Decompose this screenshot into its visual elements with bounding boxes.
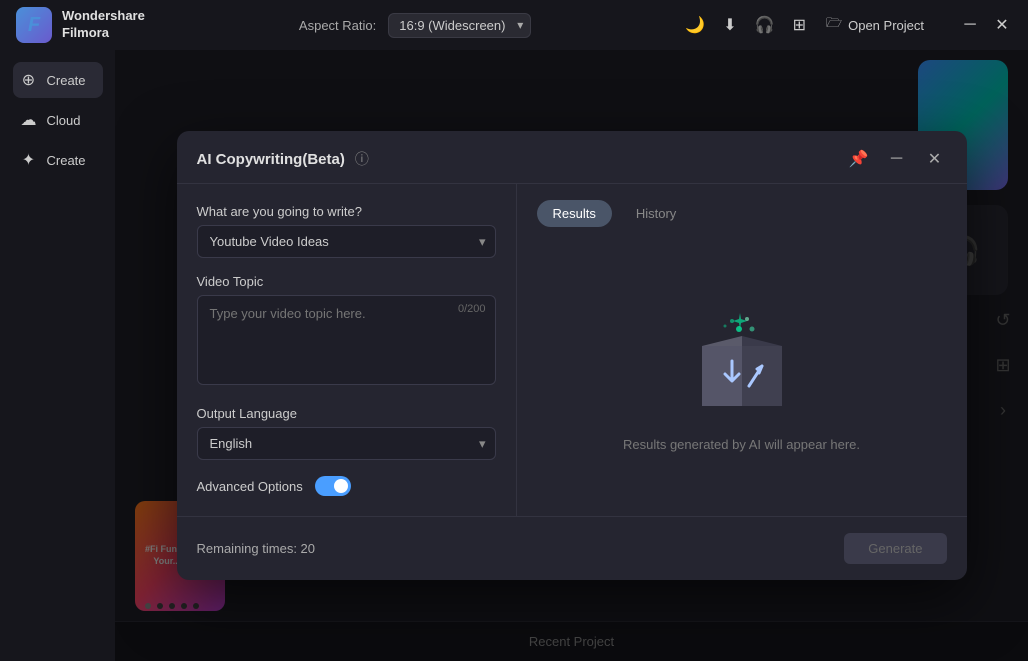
modal-title-right: 📌 ─ ✕ xyxy=(847,147,947,171)
toggle-knob xyxy=(334,479,348,493)
modal-body: What are you going to write? Youtube Vid… xyxy=(177,184,967,516)
video-topic-label: Video Topic xyxy=(197,274,264,289)
main-content: ⊕ Create ☁ Cloud ✦ Create 🎧 ↺ ⊞ xyxy=(0,50,1028,661)
minimize-button[interactable]: ─ xyxy=(960,16,980,34)
video-topic-textarea-wrap: 0/200 xyxy=(197,295,496,390)
video-topic-textarea[interactable] xyxy=(197,295,496,385)
modal-close-button[interactable]: ✕ xyxy=(923,147,947,171)
modal-footer: Remaining times: 20 Generate xyxy=(177,516,967,580)
video-topic-group: Video Topic 0/200 xyxy=(197,274,496,390)
app-brand: F Wondershare Filmora xyxy=(16,7,145,43)
box-illustration xyxy=(677,291,807,421)
output-language-group: Output Language English Chinese Spanish … xyxy=(197,406,496,460)
content-area: 🎧 ↺ ⊞ › #Fi Funny Share Your... Win... xyxy=(115,50,1028,661)
close-button[interactable]: ✕ xyxy=(992,15,1012,35)
advanced-options-row: Advanced Options xyxy=(197,476,496,496)
sparkle-icon: ✦ xyxy=(19,150,39,170)
headphone-icon[interactable]: 🎧 xyxy=(755,15,775,35)
modal-title: AI Copywriting(Beta) xyxy=(197,151,345,168)
title-bar-icons: 🌙 ⬇ 🎧 ⊞ xyxy=(685,15,806,35)
folder-icon: 🗁 xyxy=(826,14,842,36)
ai-copywriting-modal: AI Copywriting(Beta) ⓘ 📌 ─ ✕ xyxy=(177,131,967,580)
empty-state: Results generated by AI will appear here… xyxy=(537,243,947,500)
cloud-icon: ☁ xyxy=(19,110,39,130)
app-logo: F xyxy=(16,7,52,43)
open-project-button[interactable]: 🗁 Open Project xyxy=(826,14,924,36)
title-bar-right: 🌙 ⬇ 🎧 ⊞ 🗁 Open Project ─ ✕ xyxy=(685,14,1012,36)
app-name: Wondershare Filmora xyxy=(62,8,145,42)
language-dropdown-wrap[interactable]: English Chinese Spanish French German Ja… xyxy=(197,427,496,460)
sun-icon[interactable]: 🌙 xyxy=(685,15,705,35)
sidebar-item-cloud[interactable]: ☁ Cloud xyxy=(13,102,103,138)
generate-button[interactable]: Generate xyxy=(844,533,946,564)
what-to-write-group: What are you going to write? Youtube Vid… xyxy=(197,204,496,258)
output-language-label: Output Language xyxy=(197,406,496,421)
filmora-logo-icon: F xyxy=(28,14,40,37)
modal-title-left: AI Copywriting(Beta) ⓘ xyxy=(197,149,369,169)
modal-titlebar: AI Copywriting(Beta) ⓘ 📌 ─ ✕ xyxy=(177,131,967,184)
char-count: 0/200 xyxy=(458,303,486,315)
aspect-ratio-dropdown-wrap[interactable]: 16:9 (Widescreen) xyxy=(388,13,531,38)
modal-minimize-button[interactable]: ─ xyxy=(885,147,909,171)
empty-state-text: Results generated by AI will appear here… xyxy=(623,437,860,452)
window-controls: ─ ✕ xyxy=(960,15,1012,35)
sidebar-item-create2[interactable]: ✦ Create xyxy=(13,142,103,178)
topic-type-dropdown-wrap[interactable]: Youtube Video Ideas Blog Post Social Med… xyxy=(197,225,496,258)
modal-right-panel: Results History xyxy=(517,184,967,516)
aspect-ratio-label: Aspect Ratio: xyxy=(299,18,376,33)
advanced-options-label: Advanced Options xyxy=(197,479,303,494)
remaining-times: Remaining times: 20 xyxy=(197,541,316,556)
title-bar: F Wondershare Filmora Aspect Ratio: 16:9… xyxy=(0,0,1028,50)
language-select[interactable]: English Chinese Spanish French German Ja… xyxy=(197,427,496,460)
modal-left-panel: What are you going to write? Youtube Vid… xyxy=(177,184,517,516)
tab-history[interactable]: History xyxy=(620,200,692,227)
sidebar-item-create[interactable]: ⊕ Create xyxy=(13,62,103,98)
topic-type-select[interactable]: Youtube Video Ideas Blog Post Social Med… xyxy=(197,225,496,258)
topic-label-row: Video Topic xyxy=(197,274,496,295)
modal-tabs: Results History xyxy=(537,200,947,227)
layout-icon[interactable]: ⊞ xyxy=(793,15,806,35)
download-icon[interactable]: ⬇ xyxy=(723,15,736,35)
info-icon[interactable]: ⓘ xyxy=(355,149,369,169)
app-shell: F Wondershare Filmora Aspect Ratio: 16:9… xyxy=(0,0,1028,661)
what-to-write-label: What are you going to write? xyxy=(197,204,496,219)
aspect-ratio-select[interactable]: 16:9 (Widescreen) xyxy=(388,13,531,38)
aspect-ratio-control: Aspect Ratio: 16:9 (Widescreen) xyxy=(299,13,531,38)
modal-overlay: AI Copywriting(Beta) ⓘ 📌 ─ ✕ xyxy=(115,50,1028,661)
sidebar: ⊕ Create ☁ Cloud ✦ Create xyxy=(0,50,115,661)
create-icon: ⊕ xyxy=(19,70,39,90)
tab-results[interactable]: Results xyxy=(537,200,612,227)
advanced-options-toggle[interactable] xyxy=(315,476,351,496)
pin-icon[interactable]: 📌 xyxy=(847,147,871,171)
